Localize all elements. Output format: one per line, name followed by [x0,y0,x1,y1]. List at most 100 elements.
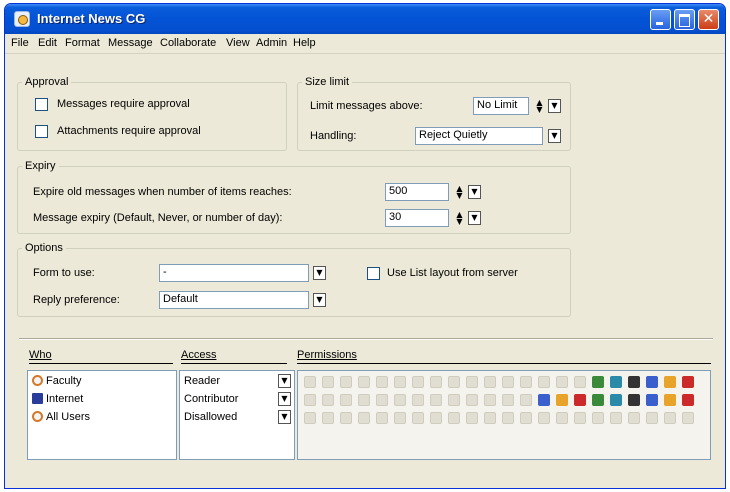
permission-icon[interactable] [394,412,406,424]
close-button[interactable]: ✕ [698,9,719,30]
expire-days-field[interactable]: 30 [385,209,449,227]
permission-icon[interactable] [610,376,622,388]
menu-message[interactable]: Message [108,37,153,49]
permission-icon[interactable] [646,376,658,388]
permission-icon[interactable] [466,412,478,424]
who-list[interactable]: Faculty Internet All Users [27,370,177,460]
permission-icon[interactable] [664,394,676,406]
permission-icon[interactable] [412,412,424,424]
permission-icon[interactable] [664,412,676,424]
permission-icon[interactable] [628,394,640,406]
attachments-approval-checkbox[interactable] [35,125,48,138]
handling-select[interactable]: Reject Quietly [415,127,543,145]
permission-icon[interactable] [556,394,568,406]
who-row-faculty[interactable]: Faculty [32,375,81,387]
permission-icon[interactable] [322,394,334,406]
permission-icon[interactable] [646,394,658,406]
permission-icon[interactable] [322,376,334,388]
permission-icon[interactable] [448,376,460,388]
permission-icon[interactable] [376,412,388,424]
permission-icon[interactable] [610,412,622,424]
permission-icon[interactable] [448,412,460,424]
permission-icon[interactable] [340,394,352,406]
permission-icon[interactable] [682,412,694,424]
title-bar[interactable]: Internet News CG ✕ [5,4,725,34]
menu-file[interactable]: File [11,37,29,49]
permission-icon[interactable] [574,412,586,424]
permission-icon[interactable] [664,376,676,388]
permission-icon[interactable] [304,412,316,424]
who-row-internet[interactable]: Internet [32,393,83,405]
permission-icon[interactable] [376,376,388,388]
permission-icon[interactable] [358,394,370,406]
permission-icon[interactable] [304,376,316,388]
limit-spinner[interactable]: ▲ ▼ [533,99,546,114]
permission-icon[interactable] [484,412,496,424]
permission-icon[interactable] [466,376,478,388]
permission-icon[interactable] [412,394,424,406]
permission-icon[interactable] [412,376,424,388]
permission-icon[interactable] [592,376,604,388]
permission-icon[interactable] [574,394,586,406]
permission-icon[interactable] [520,376,532,388]
permission-icon[interactable] [520,394,532,406]
menu-format[interactable]: Format [65,37,100,49]
permission-icon[interactable] [502,376,514,388]
permission-icon[interactable] [358,412,370,424]
expire-items-field[interactable]: 500 [385,183,449,201]
expire-days-spinner[interactable]: ▲ ▼ [453,211,466,226]
minimize-button[interactable] [650,9,671,30]
permission-icon[interactable] [520,412,532,424]
form-to-use-select[interactable]: - [159,264,309,282]
permission-icon[interactable] [340,412,352,424]
form-dropdown-button[interactable]: ▼ [313,266,326,280]
permission-icon[interactable] [502,394,514,406]
access-internet-dropdown-button[interactable]: ▼ [278,392,291,406]
permission-icon[interactable] [430,394,442,406]
menu-help[interactable]: Help [293,37,316,49]
permission-icon[interactable] [628,412,640,424]
permission-icon[interactable] [448,394,460,406]
permission-icon[interactable] [484,394,496,406]
permission-icon[interactable] [466,394,478,406]
permission-icon[interactable] [682,394,694,406]
access-internet[interactable]: Contributor [184,393,238,405]
access-faculty[interactable]: Reader [184,375,220,387]
maximize-button[interactable] [674,9,695,30]
permission-icon[interactable] [610,394,622,406]
permission-icon[interactable] [592,394,604,406]
permission-icon[interactable] [538,394,550,406]
permission-icon[interactable] [556,376,568,388]
expire-items-dropdown-button[interactable]: ▼ [468,185,481,199]
menu-edit[interactable]: Edit [38,37,57,49]
expire-days-dropdown-button[interactable]: ▼ [468,211,481,225]
access-faculty-dropdown-button[interactable]: ▼ [278,374,291,388]
permission-icon[interactable] [322,412,334,424]
permission-icon[interactable] [394,376,406,388]
menu-view[interactable]: View [226,37,250,49]
menu-collaborate[interactable]: Collaborate [160,37,216,49]
permission-icon[interactable] [484,376,496,388]
permission-icon[interactable] [646,412,658,424]
permission-icon[interactable] [430,412,442,424]
permission-icon[interactable] [376,394,388,406]
permission-icon[interactable] [574,376,586,388]
menu-admin[interactable]: Admin [256,37,287,49]
permission-icon[interactable] [502,412,514,424]
permission-icon[interactable] [304,394,316,406]
limit-messages-field[interactable]: No Limit [473,97,529,115]
limit-dropdown-button[interactable]: ▼ [548,99,561,113]
messages-approval-checkbox[interactable] [35,98,48,111]
permission-icon[interactable] [538,376,550,388]
handling-dropdown-button[interactable]: ▼ [548,129,561,143]
permission-icon[interactable] [358,376,370,388]
list-layout-checkbox[interactable] [367,267,380,280]
permission-icon[interactable] [556,412,568,424]
permission-icon[interactable] [682,376,694,388]
reply-preference-select[interactable]: Default [159,291,309,309]
permission-icon[interactable] [394,394,406,406]
reply-dropdown-button[interactable]: ▼ [313,293,326,307]
permission-icon[interactable] [592,412,604,424]
expire-items-spinner[interactable]: ▲ ▼ [453,185,466,200]
access-all-users[interactable]: Disallowed [184,411,237,423]
